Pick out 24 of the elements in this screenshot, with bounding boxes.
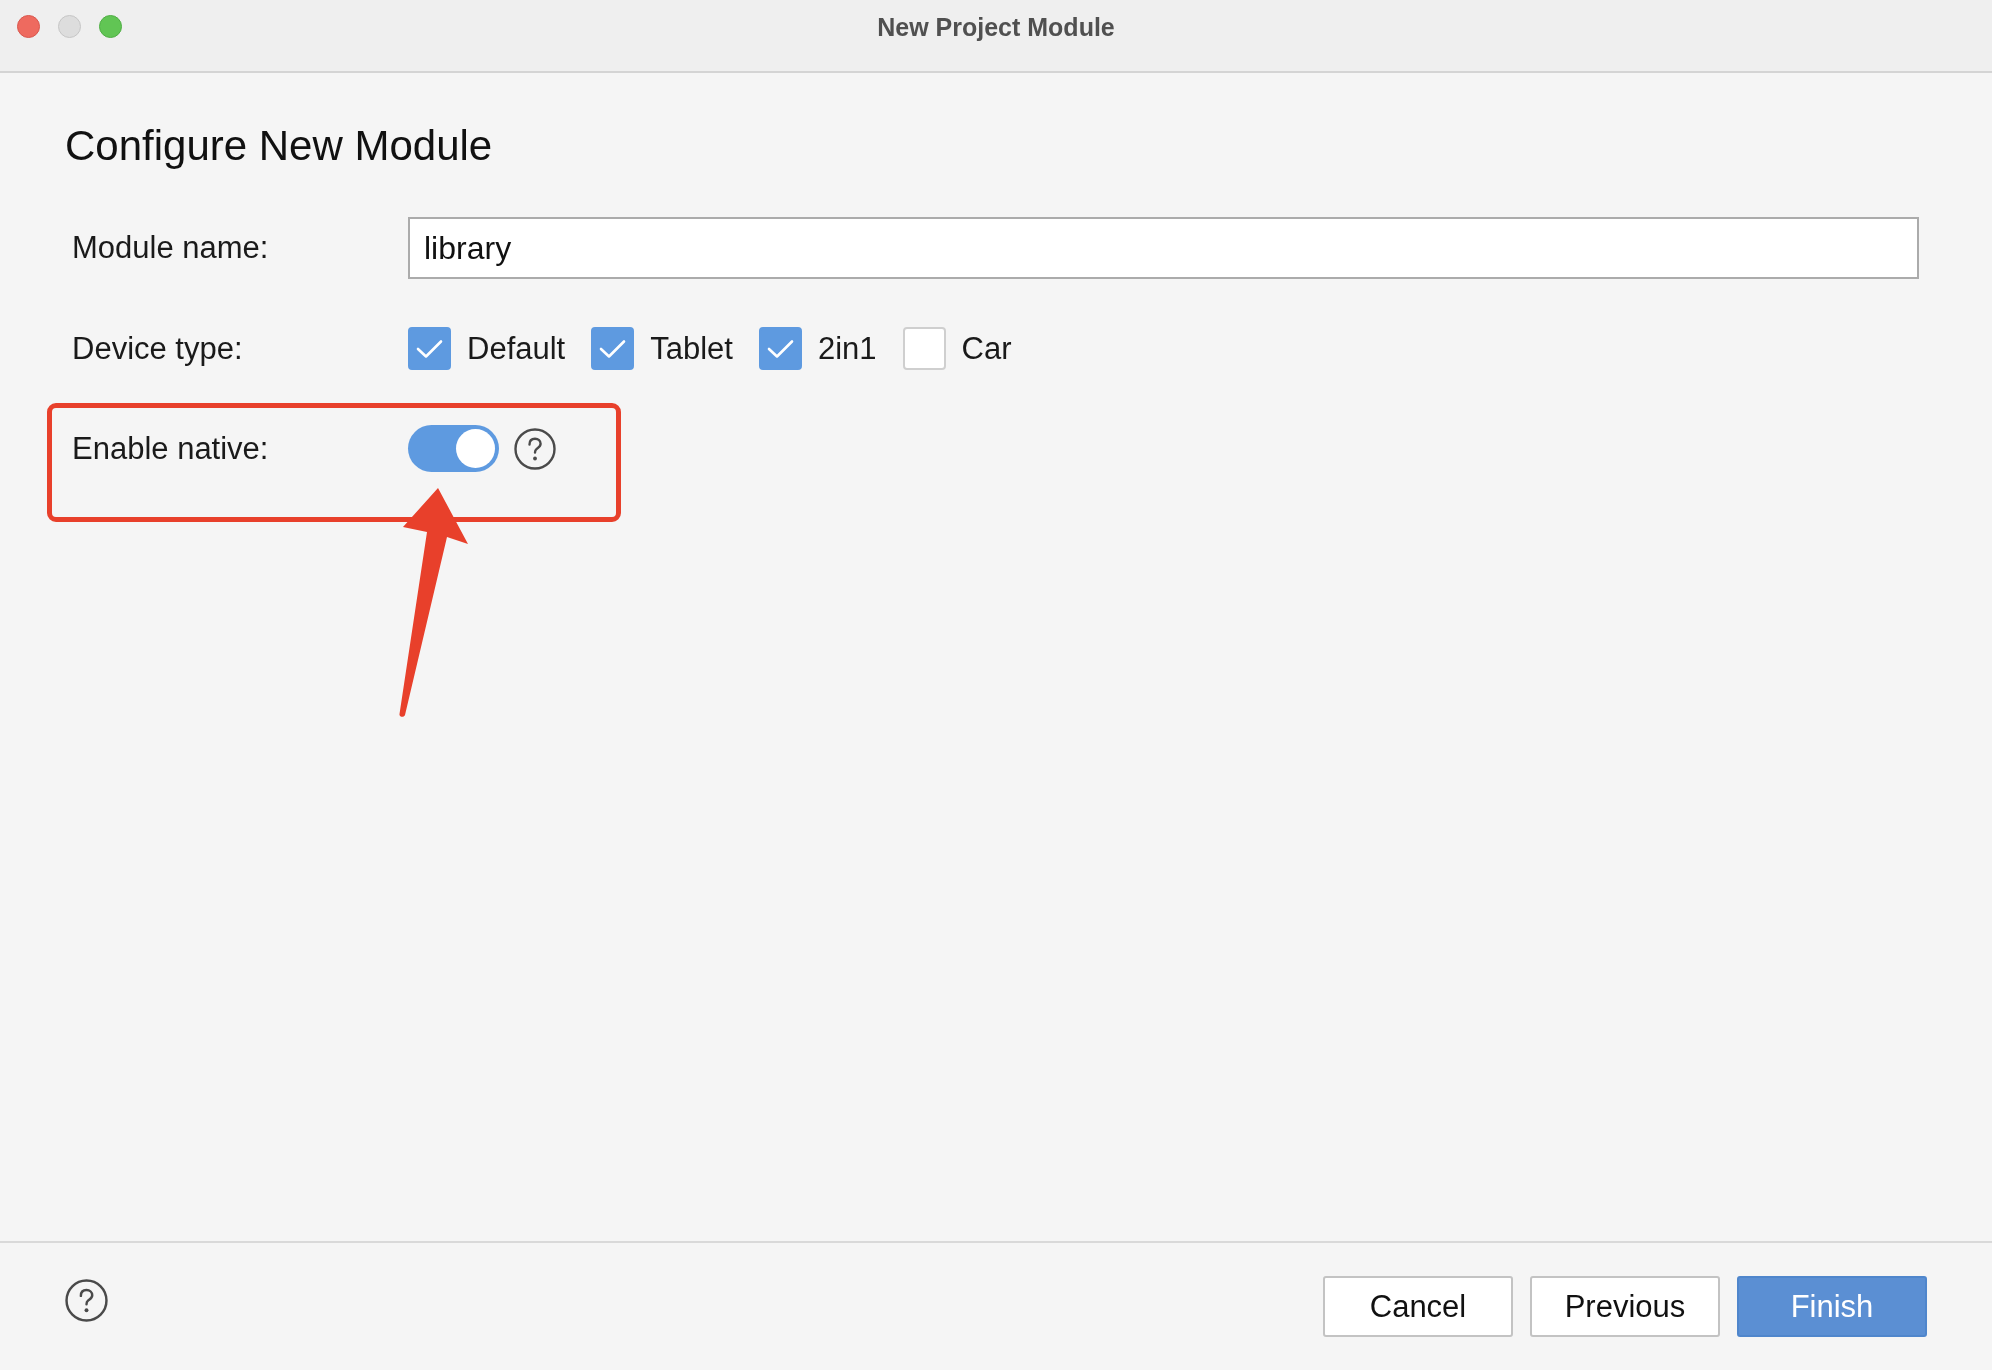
checkbox-label: Default: [467, 330, 566, 367]
module-name-input[interactable]: library: [408, 217, 1919, 279]
help-icon[interactable]: [65, 1279, 108, 1322]
checkbox-label: Car: [961, 330, 1012, 367]
field-label: Module name:: [72, 230, 269, 266]
checkbox-label: 2in1: [817, 330, 877, 367]
page-heading: Configure New Module: [65, 121, 493, 171]
field-label: Enable native:: [72, 430, 269, 467]
window-title: New Project Module: [877, 12, 1115, 42]
checkmark-icon: [766, 338, 794, 359]
checkmark-icon: [599, 338, 627, 359]
dialog-button[interactable]: Previous: [1530, 1276, 1720, 1337]
checkbox[interactable]: [408, 327, 451, 370]
checkmark-icon: [416, 338, 443, 359]
checkbox[interactable]: [902, 327, 946, 370]
dialog-button[interactable]: Cancel: [1323, 1276, 1513, 1337]
checkbox-label: Tablet: [650, 330, 733, 367]
checkbox[interactable]: [591, 327, 635, 370]
field-label: Device type:: [72, 330, 243, 367]
checkbox[interactable]: [758, 327, 802, 370]
help-icon[interactable]: [514, 427, 556, 470]
toggle-switch[interactable]: [408, 425, 499, 472]
window-close-icon[interactable]: [17, 15, 40, 38]
window-zoom-icon[interactable]: [99, 15, 122, 38]
